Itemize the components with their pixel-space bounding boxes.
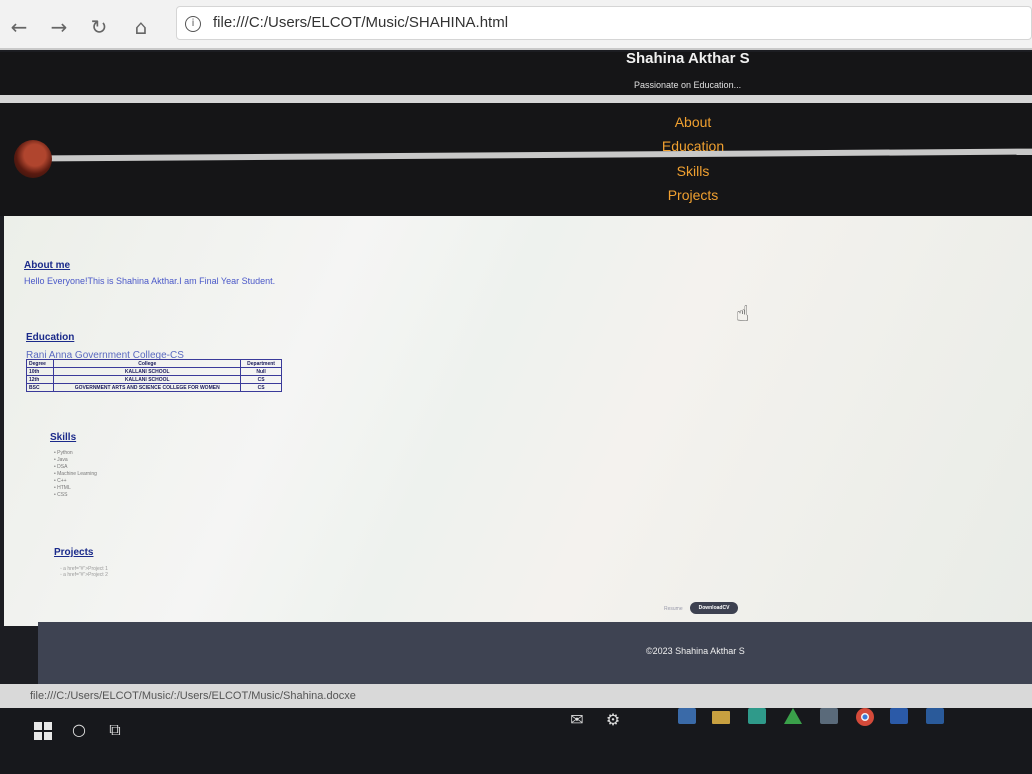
windows-start-icon[interactable] [32,722,54,744]
header-divider [0,95,1032,103]
table-row: BSC GOVERNMENT ARTS AND SCIENCE COLLEGE … [25,383,282,392]
list-item: C++ [54,478,97,485]
status-bar-text: file:///C:/Users/ELCOT/Music/:/Users/ELC… [30,690,356,702]
projects-title: Projects [54,547,94,558]
footer-text: ©2023 Shahina Akthar S [646,646,745,656]
header-divider-2 [48,148,1032,162]
skills-list: Python Java DSA Machine Learning C++ HTM… [54,450,97,499]
education-table: Degree College Department 10th KALLANI S… [25,359,282,392]
page-header: Shahina Akthar S Passionate on Education… [0,50,1032,216]
address-bar[interactable]: i file:///C:/Users/ELCOT/Music/SHAHINA.h… [176,6,1032,40]
table-cell: CS [240,383,282,392]
page-footer: ©2023 Shahina Akthar S [38,622,1032,684]
about-text: Hello Everyone!This is Shahina Akthar.I … [24,276,276,286]
url-text[interactable]: file:///C:/Users/ELCOT/Music/SHAHINA.htm… [213,14,508,31]
taskbar-app-icon[interactable] [924,708,946,730]
table-cell: BSC [25,383,55,392]
table-row: 12th KALLANI SCHOOL CS [25,375,282,384]
nav-link-about[interactable]: About [633,114,753,130]
list-item: Java [54,457,97,464]
settings-gear-icon[interactable]: ⚙ [602,710,624,732]
table-cell: 10th [25,367,55,376]
hand-cursor-icon: ☝ [736,302,750,327]
table-cell: Null [240,367,282,376]
tagline: Passionate on Education... [634,80,742,90]
list-item: DSA [54,464,97,471]
projects-list: a href="#">Project 1 a href="#">Project … [60,566,108,578]
chrome-icon[interactable] [854,708,876,730]
table-cell: CS [240,375,282,384]
list-item: Machine Learning [54,471,97,478]
table-cell: KALLANI SCHOOL [53,375,242,384]
column-header: Degree [25,359,55,368]
education-title: Education [26,332,75,343]
mail-icon[interactable]: ✉ [566,710,588,732]
taskbar-app-icon[interactable] [676,708,698,730]
table-row: 10th KALLANI SCHOOL Null [25,367,282,376]
taskbar-app-icon[interactable] [746,708,768,730]
column-header: Department [240,359,282,368]
list-item: CSS [54,492,97,499]
file-explorer-icon[interactable] [710,708,732,730]
browser-toolbar: ← → ↻ ⌂ i file:///C:/Users/ELCOT/Music/S… [0,0,1032,50]
main-content: About me Hello Everyone!This is Shahina … [4,216,1032,626]
table-cell: KALLANI SCHOOL [53,367,242,376]
nav-link-projects[interactable]: Projects [633,187,753,203]
about-title: About me [24,260,71,271]
forward-icon[interactable]: → [46,14,72,40]
list-item[interactable]: a href="#">Project 2 [60,572,108,578]
avatar [14,140,52,178]
nav-link-education[interactable]: Education [633,138,753,154]
nav-link-skills[interactable]: Skills [633,163,753,179]
table-header-row: Degree College Department [25,359,282,368]
table-cell: 12th [25,375,55,384]
info-icon[interactable]: i [185,16,201,32]
table-cell: GOVERNMENT ARTS AND SCIENCE COLLEGE FOR … [53,383,242,392]
taskbar-app-icon[interactable] [818,708,840,730]
skills-title: Skills [50,432,77,443]
refresh-icon[interactable]: ↻ [86,14,112,40]
status-bar: file:///C:/Users/ELCOT/Music/:/Users/ELC… [0,684,1032,708]
list-item: HTML [54,485,97,492]
download-label: Resume [664,606,683,612]
home-icon[interactable]: ⌂ [128,14,154,40]
back-icon[interactable]: ← [6,14,32,40]
list-item: Python [54,450,97,457]
taskbar: ○ ⧉ ✉ ⚙ [0,708,1032,774]
taskbar-app-icon[interactable] [782,708,804,730]
word-icon[interactable] [888,708,910,730]
site-name: Shahina Akthar S [626,50,750,67]
column-header: College [53,359,242,368]
search-circle-icon[interactable]: ○ [68,720,90,742]
download-cv-button[interactable]: DownloadCV [690,602,738,614]
task-view-icon[interactable]: ⧉ [104,720,126,742]
